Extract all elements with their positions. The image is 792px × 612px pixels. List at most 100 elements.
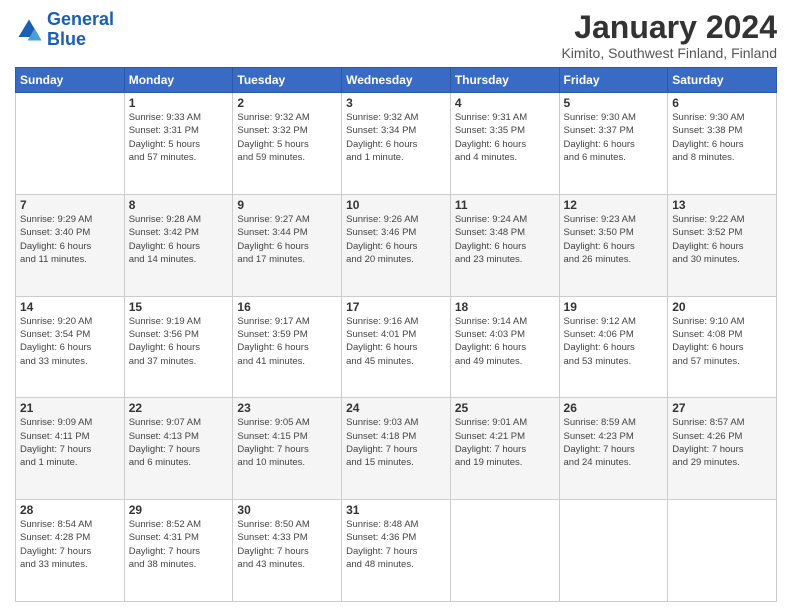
- day-info: Sunrise: 8:54 AM Sunset: 4:28 PM Dayligh…: [20, 518, 120, 571]
- calendar-cell: 13Sunrise: 9:22 AM Sunset: 3:52 PM Dayli…: [668, 194, 777, 296]
- day-number: 16: [237, 300, 337, 314]
- weekday-wednesday: Wednesday: [342, 68, 451, 93]
- logo-icon: [15, 16, 43, 44]
- calendar-cell: 14Sunrise: 9:20 AM Sunset: 3:54 PM Dayli…: [16, 296, 125, 398]
- day-number: 11: [455, 198, 555, 212]
- calendar-cell: 25Sunrise: 9:01 AM Sunset: 4:21 PM Dayli…: [450, 398, 559, 500]
- calendar-cell: 15Sunrise: 9:19 AM Sunset: 3:56 PM Dayli…: [124, 296, 233, 398]
- day-number: 20: [672, 300, 772, 314]
- logo-general: General: [47, 9, 114, 29]
- calendar-cell: 17Sunrise: 9:16 AM Sunset: 4:01 PM Dayli…: [342, 296, 451, 398]
- weekday-monday: Monday: [124, 68, 233, 93]
- day-info: Sunrise: 9:03 AM Sunset: 4:18 PM Dayligh…: [346, 416, 446, 469]
- day-number: 6: [672, 96, 772, 110]
- day-number: 23: [237, 401, 337, 415]
- day-number: 7: [20, 198, 120, 212]
- day-number: 25: [455, 401, 555, 415]
- calendar-cell: 24Sunrise: 9:03 AM Sunset: 4:18 PM Dayli…: [342, 398, 451, 500]
- logo-text: General Blue: [47, 10, 114, 50]
- day-number: 19: [564, 300, 664, 314]
- day-number: 14: [20, 300, 120, 314]
- weekday-thursday: Thursday: [450, 68, 559, 93]
- location: Kimito, Southwest Finland, Finland: [561, 45, 777, 61]
- day-number: 15: [129, 300, 229, 314]
- day-number: 18: [455, 300, 555, 314]
- calendar-cell: 4Sunrise: 9:31 AM Sunset: 3:35 PM Daylig…: [450, 93, 559, 195]
- day-info: Sunrise: 9:29 AM Sunset: 3:40 PM Dayligh…: [20, 213, 120, 266]
- day-info: Sunrise: 8:59 AM Sunset: 4:23 PM Dayligh…: [564, 416, 664, 469]
- day-info: Sunrise: 9:24 AM Sunset: 3:48 PM Dayligh…: [455, 213, 555, 266]
- day-info: Sunrise: 9:22 AM Sunset: 3:52 PM Dayligh…: [672, 213, 772, 266]
- day-info: Sunrise: 9:27 AM Sunset: 3:44 PM Dayligh…: [237, 213, 337, 266]
- calendar-cell: [559, 500, 668, 602]
- calendar-cell: [450, 500, 559, 602]
- week-row-4: 21Sunrise: 9:09 AM Sunset: 4:11 PM Dayli…: [16, 398, 777, 500]
- weekday-friday: Friday: [559, 68, 668, 93]
- day-info: Sunrise: 9:32 AM Sunset: 3:34 PM Dayligh…: [346, 111, 446, 164]
- calendar-cell: 1Sunrise: 9:33 AM Sunset: 3:31 PM Daylig…: [124, 93, 233, 195]
- day-info: Sunrise: 9:33 AM Sunset: 3:31 PM Dayligh…: [129, 111, 229, 164]
- day-info: Sunrise: 9:23 AM Sunset: 3:50 PM Dayligh…: [564, 213, 664, 266]
- day-info: Sunrise: 9:07 AM Sunset: 4:13 PM Dayligh…: [129, 416, 229, 469]
- day-info: Sunrise: 9:19 AM Sunset: 3:56 PM Dayligh…: [129, 315, 229, 368]
- day-number: 21: [20, 401, 120, 415]
- calendar-cell: 10Sunrise: 9:26 AM Sunset: 3:46 PM Dayli…: [342, 194, 451, 296]
- day-info: Sunrise: 9:14 AM Sunset: 4:03 PM Dayligh…: [455, 315, 555, 368]
- calendar-cell: 16Sunrise: 9:17 AM Sunset: 3:59 PM Dayli…: [233, 296, 342, 398]
- calendar-cell: 30Sunrise: 8:50 AM Sunset: 4:33 PM Dayli…: [233, 500, 342, 602]
- calendar-cell: 2Sunrise: 9:32 AM Sunset: 3:32 PM Daylig…: [233, 93, 342, 195]
- calendar-cell: 31Sunrise: 8:48 AM Sunset: 4:36 PM Dayli…: [342, 500, 451, 602]
- week-row-2: 7Sunrise: 9:29 AM Sunset: 3:40 PM Daylig…: [16, 194, 777, 296]
- day-info: Sunrise: 9:20 AM Sunset: 3:54 PM Dayligh…: [20, 315, 120, 368]
- day-number: 28: [20, 503, 120, 517]
- day-info: Sunrise: 9:16 AM Sunset: 4:01 PM Dayligh…: [346, 315, 446, 368]
- week-row-5: 28Sunrise: 8:54 AM Sunset: 4:28 PM Dayli…: [16, 500, 777, 602]
- logo-blue: Blue: [47, 30, 114, 50]
- logo: General Blue: [15, 10, 114, 50]
- calendar-cell: 5Sunrise: 9:30 AM Sunset: 3:37 PM Daylig…: [559, 93, 668, 195]
- day-info: Sunrise: 9:09 AM Sunset: 4:11 PM Dayligh…: [20, 416, 120, 469]
- day-info: Sunrise: 9:10 AM Sunset: 4:08 PM Dayligh…: [672, 315, 772, 368]
- calendar-cell: 18Sunrise: 9:14 AM Sunset: 4:03 PM Dayli…: [450, 296, 559, 398]
- day-number: 24: [346, 401, 446, 415]
- day-number: 10: [346, 198, 446, 212]
- day-info: Sunrise: 9:32 AM Sunset: 3:32 PM Dayligh…: [237, 111, 337, 164]
- day-info: Sunrise: 9:17 AM Sunset: 3:59 PM Dayligh…: [237, 315, 337, 368]
- day-number: 3: [346, 96, 446, 110]
- day-number: 2: [237, 96, 337, 110]
- calendar-cell: 6Sunrise: 9:30 AM Sunset: 3:38 PM Daylig…: [668, 93, 777, 195]
- weekday-saturday: Saturday: [668, 68, 777, 93]
- day-number: 31: [346, 503, 446, 517]
- week-row-3: 14Sunrise: 9:20 AM Sunset: 3:54 PM Dayli…: [16, 296, 777, 398]
- day-number: 13: [672, 198, 772, 212]
- calendar-cell: 3Sunrise: 9:32 AM Sunset: 3:34 PM Daylig…: [342, 93, 451, 195]
- month-title: January 2024: [561, 10, 777, 45]
- day-info: Sunrise: 8:52 AM Sunset: 4:31 PM Dayligh…: [129, 518, 229, 571]
- day-number: 17: [346, 300, 446, 314]
- day-info: Sunrise: 9:05 AM Sunset: 4:15 PM Dayligh…: [237, 416, 337, 469]
- day-number: 27: [672, 401, 772, 415]
- day-number: 22: [129, 401, 229, 415]
- calendar-cell: 7Sunrise: 9:29 AM Sunset: 3:40 PM Daylig…: [16, 194, 125, 296]
- calendar-cell: 21Sunrise: 9:09 AM Sunset: 4:11 PM Dayli…: [16, 398, 125, 500]
- day-number: 4: [455, 96, 555, 110]
- day-number: 30: [237, 503, 337, 517]
- day-info: Sunrise: 9:31 AM Sunset: 3:35 PM Dayligh…: [455, 111, 555, 164]
- calendar-cell: 23Sunrise: 9:05 AM Sunset: 4:15 PM Dayli…: [233, 398, 342, 500]
- week-row-1: 1Sunrise: 9:33 AM Sunset: 3:31 PM Daylig…: [16, 93, 777, 195]
- weekday-tuesday: Tuesday: [233, 68, 342, 93]
- page: General Blue January 2024 Kimito, Southw…: [0, 0, 792, 612]
- day-number: 29: [129, 503, 229, 517]
- weekday-header-row: SundayMondayTuesdayWednesdayThursdayFrid…: [16, 68, 777, 93]
- day-number: 1: [129, 96, 229, 110]
- day-number: 9: [237, 198, 337, 212]
- calendar-cell: 29Sunrise: 8:52 AM Sunset: 4:31 PM Dayli…: [124, 500, 233, 602]
- calendar-header: SundayMondayTuesdayWednesdayThursdayFrid…: [16, 68, 777, 93]
- day-info: Sunrise: 9:30 AM Sunset: 3:38 PM Dayligh…: [672, 111, 772, 164]
- calendar-cell: 19Sunrise: 9:12 AM Sunset: 4:06 PM Dayli…: [559, 296, 668, 398]
- day-info: Sunrise: 9:26 AM Sunset: 3:46 PM Dayligh…: [346, 213, 446, 266]
- day-info: Sunrise: 9:30 AM Sunset: 3:37 PM Dayligh…: [564, 111, 664, 164]
- calendar-cell: [16, 93, 125, 195]
- calendar-cell: 11Sunrise: 9:24 AM Sunset: 3:48 PM Dayli…: [450, 194, 559, 296]
- calendar-cell: 8Sunrise: 9:28 AM Sunset: 3:42 PM Daylig…: [124, 194, 233, 296]
